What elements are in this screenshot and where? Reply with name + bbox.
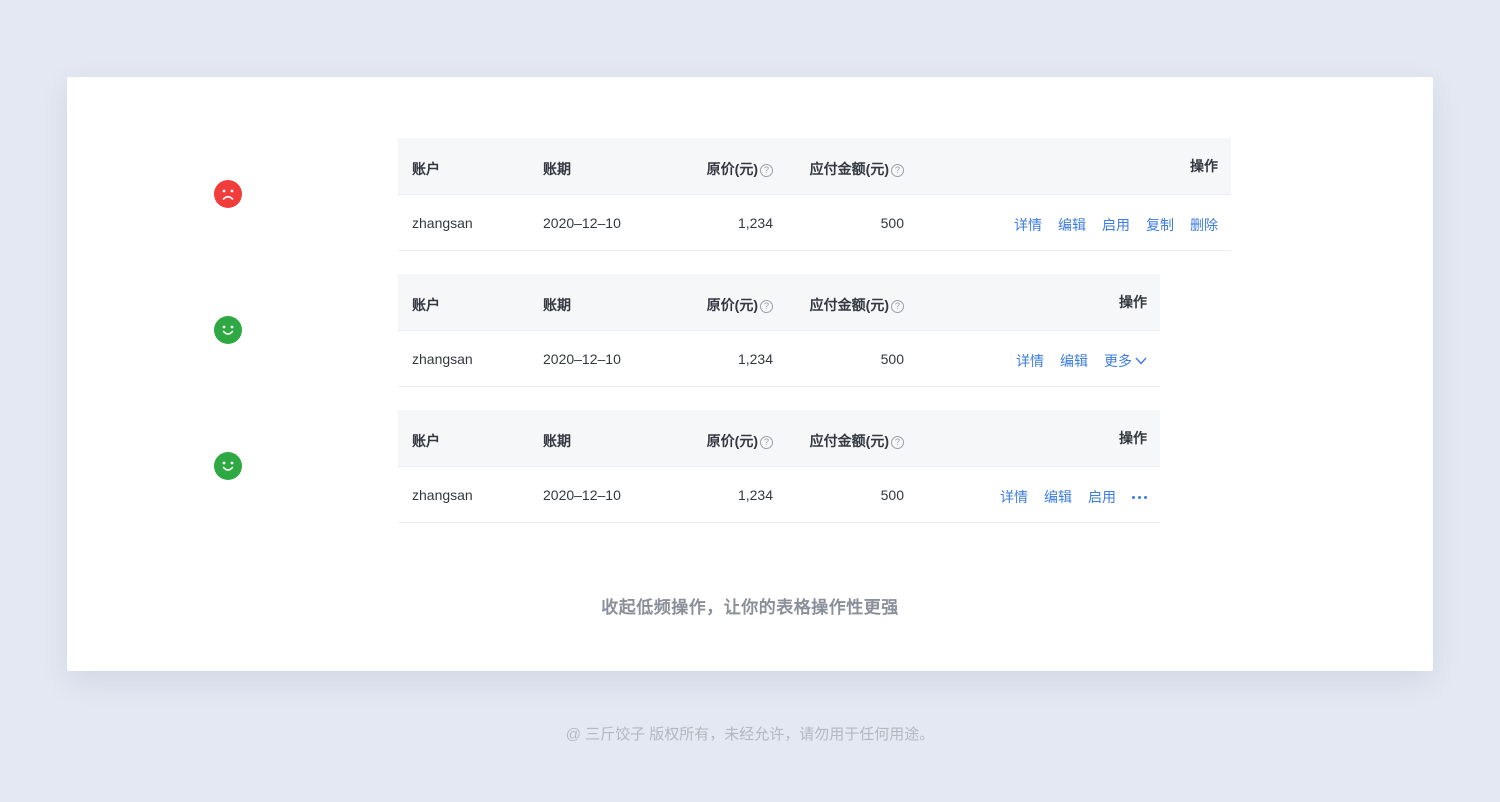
- header-price: 原价(元)?: [707, 159, 773, 179]
- header-account: 账户: [412, 161, 440, 177]
- more-dropdown[interactable]: 更多: [1104, 351, 1147, 371]
- cell-period: 2020–12–10: [543, 215, 621, 231]
- help-icon[interactable]: ?: [760, 436, 773, 449]
- table-header: 账户 账期 原价(元)? 应付金额(元)? 操作: [398, 138, 1231, 195]
- cell-payable: 500: [880, 487, 904, 503]
- delete-link[interactable]: 删除: [1190, 215, 1218, 235]
- table-more-dropdown: 账户 账期 原价(元)? 应付金额(元)? 操作 zhangsan 2020–1…: [398, 274, 1160, 387]
- header-account: 账户: [412, 297, 440, 313]
- table-ellipsis-more: 账户 账期 原价(元)? 应付金额(元)? 操作 zhangsan 2020–1…: [398, 410, 1160, 523]
- caption: 收起低频操作，让你的表格操作性更强: [601, 598, 899, 617]
- detail-link[interactable]: 详情: [1014, 215, 1042, 235]
- help-icon[interactable]: ?: [760, 300, 773, 313]
- header-period: 账期: [543, 297, 571, 313]
- header-actions: 操作: [1190, 158, 1218, 174]
- help-icon[interactable]: ?: [760, 164, 773, 177]
- row-actions: 详情 编辑 启用: [1000, 487, 1147, 507]
- enable-link[interactable]: 启用: [1102, 215, 1130, 235]
- table-row: zhangsan 2020–12–10 1,234 500 详情 编辑 启用: [398, 467, 1160, 523]
- help-icon[interactable]: ?: [891, 300, 904, 313]
- cell-price: 1,234: [737, 215, 773, 231]
- edit-link[interactable]: 编辑: [1058, 215, 1086, 235]
- table-row: zhangsan 2020–12–10 1,234 500 详情 编辑 启用 复…: [398, 195, 1231, 251]
- table-all-actions: 账户 账期 原价(元)? 应付金额(元)? 操作 zhangsan 2020–1…: [398, 138, 1231, 251]
- more-label: 更多: [1104, 353, 1132, 369]
- header-price: 原价(元)?: [707, 431, 773, 451]
- help-icon[interactable]: ?: [891, 436, 904, 449]
- ellipsis-icon[interactable]: [1132, 492, 1147, 503]
- chevron-down-icon: [1135, 352, 1147, 368]
- header-period: 账期: [543, 161, 571, 177]
- cell-price: 1,234: [737, 487, 773, 503]
- edit-link[interactable]: 编辑: [1044, 487, 1072, 507]
- header-period: 账期: [543, 433, 571, 449]
- help-icon[interactable]: ?: [891, 164, 904, 177]
- table-header: 账户 账期 原价(元)? 应付金额(元)? 操作: [398, 274, 1160, 331]
- row-actions: 详情 编辑 更多: [1016, 351, 1147, 371]
- cell-payable: 500: [880, 215, 904, 231]
- enable-link[interactable]: 启用: [1088, 487, 1116, 507]
- header-payable: 应付金额(元)?: [810, 431, 904, 451]
- cell-payable: 500: [880, 351, 904, 367]
- detail-link[interactable]: 详情: [1016, 351, 1044, 371]
- cell-period: 2020–12–10: [543, 351, 621, 367]
- header-payable: 应付金额(元)?: [810, 295, 904, 315]
- detail-link[interactable]: 详情: [1000, 487, 1028, 507]
- cell-price: 1,234: [737, 351, 773, 367]
- table-header: 账户 账期 原价(元)? 应付金额(元)? 操作: [398, 410, 1160, 467]
- edit-link[interactable]: 编辑: [1060, 351, 1088, 371]
- cell-account: zhangsan: [412, 215, 473, 231]
- example-card: 账户 账期 原价(元)? 应付金额(元)? 操作 zhangsan 2020–1…: [67, 77, 1433, 671]
- header-price: 原价(元)?: [707, 295, 773, 315]
- cell-account: zhangsan: [412, 351, 473, 367]
- copy-link[interactable]: 复制: [1146, 215, 1174, 235]
- header-actions: 操作: [1119, 294, 1147, 310]
- copyright-footer: @ 三斤饺子 版权所有，未经允许，请勿用于任何用途。: [565, 726, 935, 743]
- row-actions: 详情 编辑 启用 复制 删除: [1014, 215, 1218, 235]
- header-account: 账户: [412, 433, 440, 449]
- table-row: zhangsan 2020–12–10 1,234 500 详情 编辑 更多: [398, 331, 1160, 387]
- happy-face-icon: [214, 452, 242, 480]
- happy-face-icon: [214, 316, 242, 344]
- header-actions: 操作: [1119, 430, 1147, 446]
- cell-period: 2020–12–10: [543, 487, 621, 503]
- cell-account: zhangsan: [412, 487, 473, 503]
- header-payable: 应付金额(元)?: [810, 159, 904, 179]
- sad-face-icon: [214, 180, 242, 208]
